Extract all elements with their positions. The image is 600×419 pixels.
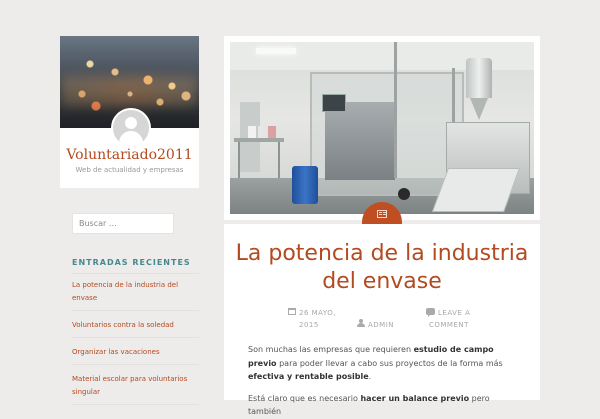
- site-header-card: Voluntariado2011 Web de actualidad y emp…: [60, 36, 199, 188]
- featured-image[interactable]: [230, 42, 534, 214]
- recent-post-link[interactable]: La potencia de la industria del envase: [72, 276, 199, 311]
- site-description: Web de actualidad y empresas: [75, 166, 184, 174]
- post-title[interactable]: La potencia de la industria del envase: [224, 240, 540, 296]
- site-title[interactable]: Voluntariado2011: [60, 147, 199, 163]
- divider: [72, 273, 199, 274]
- recent-posts-heading: ENTRADAS RECIENTES: [72, 258, 191, 267]
- post-card: La potencia de la industria del envase 2…: [224, 224, 540, 416]
- post-excerpt: Son muchas las empresas que requieren es…: [248, 343, 518, 419]
- post-date[interactable]: 26 MAYO, 2015: [299, 307, 336, 331]
- recent-post-link[interactable]: Organizar las vacaciones: [72, 338, 199, 365]
- post-author[interactable]: ADMIN: [368, 319, 394, 331]
- recent-post-link[interactable]: Material escolar para voluntarios singul…: [72, 365, 199, 405]
- recent-posts-list: La potencia de la industria del envase V…: [72, 276, 199, 405]
- image-format-icon: [377, 210, 387, 218]
- featured-image-frame: [224, 36, 540, 220]
- recent-post-link[interactable]: Voluntarios contra la soledad: [72, 311, 199, 338]
- excerpt-paragraph: Está claro que es necesario hacer un bal…: [248, 393, 490, 417]
- search-input[interactable]: [72, 213, 174, 234]
- calendar-icon: [288, 308, 296, 315]
- user-icon: [357, 319, 365, 327]
- avatar[interactable]: [111, 108, 151, 148]
- leave-comment-link[interactable]: LEAVE A COMMENT: [429, 307, 489, 331]
- excerpt-paragraph: Son muchas las empresas que requieren es…: [248, 345, 503, 381]
